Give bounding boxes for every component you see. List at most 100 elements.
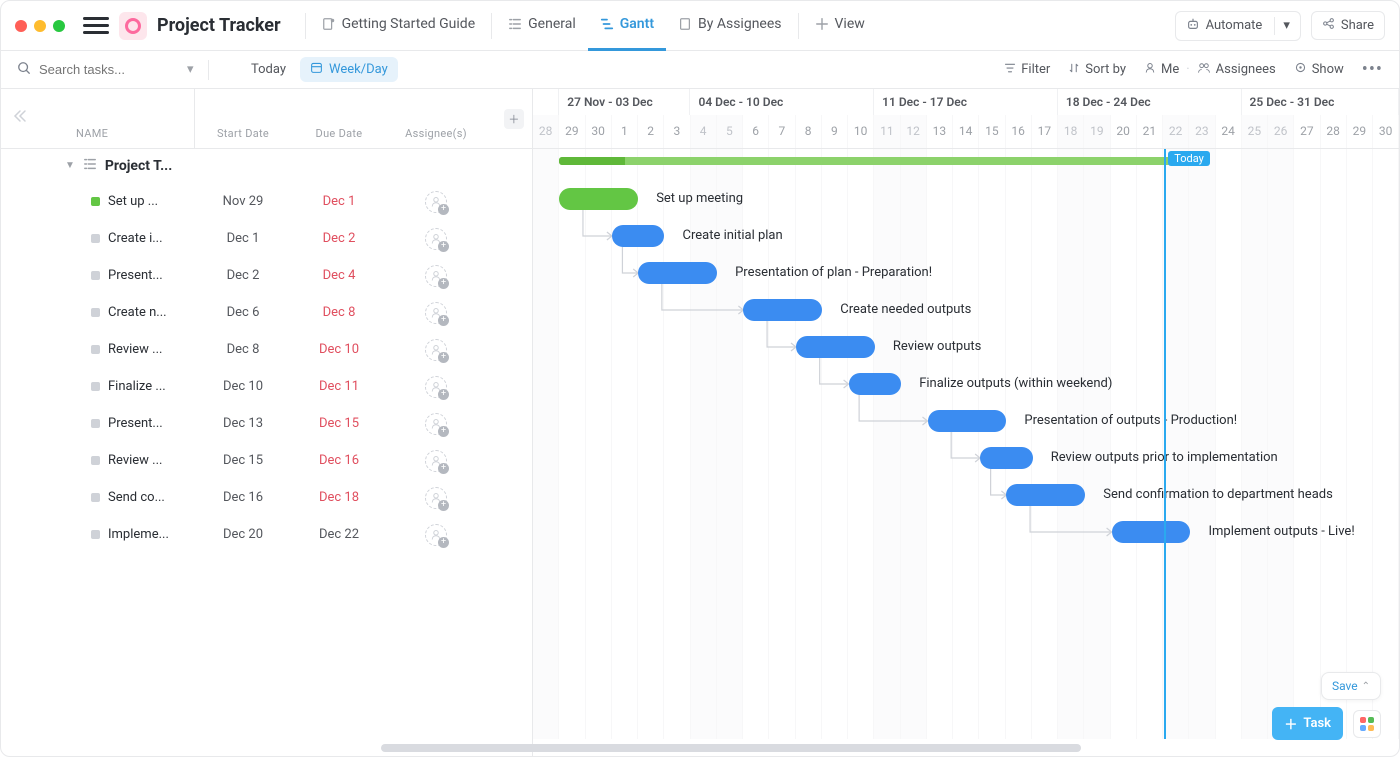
gantt-bar[interactable] xyxy=(612,225,665,247)
horizontal-scrollbar[interactable] xyxy=(381,744,1081,752)
minimize-window[interactable] xyxy=(34,20,46,32)
assignee-add-icon[interactable] xyxy=(425,302,447,324)
start-date-cell[interactable]: Dec 10 xyxy=(195,379,291,394)
apps-icon[interactable] xyxy=(1353,710,1381,738)
assignee-add-icon[interactable] xyxy=(425,487,447,509)
time-unit-toggle[interactable]: Week/Day xyxy=(300,57,398,82)
gantt-bar[interactable] xyxy=(980,447,1033,469)
tab-getting-started[interactable]: Getting Started Guide xyxy=(310,1,488,51)
status-square[interactable] xyxy=(91,308,100,317)
new-task-button[interactable]: ＋ Task xyxy=(1272,707,1343,740)
due-date-cell[interactable]: Dec 22 xyxy=(291,527,387,542)
show-button[interactable]: Show xyxy=(1294,61,1344,78)
start-date-cell[interactable]: Dec 15 xyxy=(195,453,291,468)
table-row[interactable]: Impleme... Dec 20 Dec 22 xyxy=(1,516,532,553)
table-row[interactable]: Review ... Dec 8 Dec 10 xyxy=(1,331,532,368)
close-window[interactable] xyxy=(15,20,27,32)
space-icon[interactable] xyxy=(119,12,147,40)
table-row[interactable]: Create i... Dec 1 Dec 2 xyxy=(1,220,532,257)
gantt-bar[interactable] xyxy=(796,336,875,358)
timeline-day: 29 xyxy=(559,115,585,148)
due-date-cell[interactable]: Dec 16 xyxy=(291,453,387,468)
tab-by-assignees[interactable]: By Assignees xyxy=(666,1,793,51)
window-controls[interactable] xyxy=(15,20,65,32)
due-date-cell[interactable]: Dec 4 xyxy=(291,268,387,283)
due-date-cell[interactable]: Dec 18 xyxy=(291,490,387,505)
due-date-cell[interactable]: Dec 11 xyxy=(291,379,387,394)
status-square[interactable] xyxy=(91,456,100,465)
table-row[interactable]: Send co... Dec 16 Dec 18 xyxy=(1,479,532,516)
sort-button[interactable]: Sort by xyxy=(1068,62,1126,78)
assignee-add-icon[interactable] xyxy=(425,339,447,361)
col-header-assignee[interactable]: Assignee(s) xyxy=(387,127,485,140)
table-row[interactable]: Present... Dec 2 Dec 4 xyxy=(1,257,532,294)
assignee-add-icon[interactable] xyxy=(425,376,447,398)
group-progress-bar[interactable] xyxy=(559,157,1190,165)
chevron-down-icon[interactable]: ▾ xyxy=(187,62,194,77)
chevron-down-icon[interactable]: ▾ xyxy=(1283,18,1290,33)
gantt-bar[interactable] xyxy=(743,299,822,321)
table-row[interactable]: Set up ... Nov 29 Dec 1 xyxy=(1,183,532,220)
gantt-bar-label: Presentation of outputs - Production! xyxy=(1024,413,1237,428)
more-icon[interactable]: ••• xyxy=(1362,59,1383,80)
start-date-cell[interactable]: Dec 13 xyxy=(195,416,291,431)
search-input[interactable] xyxy=(39,62,179,77)
status-square[interactable] xyxy=(91,530,100,539)
gantt-bar[interactable] xyxy=(638,262,717,284)
gantt-bar[interactable] xyxy=(1112,521,1191,543)
assignee-add-icon[interactable] xyxy=(425,228,447,250)
tab-gantt[interactable]: Gantt xyxy=(588,1,666,51)
save-button[interactable]: Save ⌃ xyxy=(1321,672,1381,700)
chevron-down-icon[interactable]: ▼ xyxy=(65,160,75,171)
table-row[interactable]: Finalize ... Dec 10 Dec 11 xyxy=(1,368,532,405)
gantt-bar[interactable] xyxy=(849,373,902,395)
share-button[interactable]: Share xyxy=(1311,11,1385,40)
gantt-bar[interactable] xyxy=(559,188,638,210)
start-date-cell[interactable]: Nov 29 xyxy=(195,194,291,209)
task-group-row[interactable]: ▼ Project T... xyxy=(1,149,532,183)
automate-button[interactable]: Automate ▾ xyxy=(1175,11,1301,41)
table-row[interactable]: Review ... Dec 15 Dec 16 xyxy=(1,442,532,479)
assignee-add-icon[interactable] xyxy=(425,265,447,287)
assignee-add-icon[interactable] xyxy=(425,450,447,472)
due-date-cell[interactable]: Dec 15 xyxy=(291,416,387,431)
start-date-cell[interactable]: Dec 2 xyxy=(195,268,291,283)
today-button[interactable]: Today xyxy=(251,62,286,77)
col-header-name[interactable]: NAME xyxy=(1,89,195,148)
due-date-cell[interactable]: Dec 2 xyxy=(291,231,387,246)
start-date-cell[interactable]: Dec 16 xyxy=(195,490,291,505)
assignee-add-icon[interactable] xyxy=(425,191,447,213)
assignee-add-icon[interactable] xyxy=(425,524,447,546)
col-header-start[interactable]: Start Date xyxy=(195,127,291,140)
start-date-cell[interactable]: Dec 1 xyxy=(195,231,291,246)
table-row[interactable]: Create n... Dec 6 Dec 8 xyxy=(1,294,532,331)
status-square[interactable] xyxy=(91,493,100,502)
maximize-window[interactable] xyxy=(53,20,65,32)
collapse-panel-icon[interactable] xyxy=(11,109,27,126)
menu-icon[interactable] xyxy=(83,14,109,38)
assignee-add-icon[interactable] xyxy=(425,413,447,435)
status-square[interactable] xyxy=(91,197,100,206)
status-square[interactable] xyxy=(91,234,100,243)
add-column-button[interactable]: ＋ xyxy=(504,109,524,129)
table-row[interactable]: Present... Dec 13 Dec 15 xyxy=(1,405,532,442)
due-date-cell[interactable]: Dec 8 xyxy=(291,305,387,320)
assignees-button[interactable]: Assignees xyxy=(1216,62,1276,77)
start-date-cell[interactable]: Dec 8 xyxy=(195,342,291,357)
col-header-due[interactable]: Due Date xyxy=(291,127,387,140)
status-square[interactable] xyxy=(91,382,100,391)
start-date-cell[interactable]: Dec 20 xyxy=(195,527,291,542)
due-date-cell[interactable]: Dec 1 xyxy=(291,194,387,209)
timeline-day: 30 xyxy=(1373,115,1399,148)
add-view[interactable]: View xyxy=(803,1,877,51)
gantt-bar[interactable] xyxy=(1006,484,1085,506)
start-date-cell[interactable]: Dec 6 xyxy=(195,305,291,320)
status-square[interactable] xyxy=(91,419,100,428)
status-square[interactable] xyxy=(91,271,100,280)
tab-general[interactable]: General xyxy=(496,1,588,51)
gantt-bar[interactable] xyxy=(928,410,1007,432)
filter-button[interactable]: Filter xyxy=(1004,62,1050,78)
status-square[interactable] xyxy=(91,345,100,354)
me-button[interactable]: Me · Assignees xyxy=(1144,62,1276,78)
due-date-cell[interactable]: Dec 10 xyxy=(291,342,387,357)
